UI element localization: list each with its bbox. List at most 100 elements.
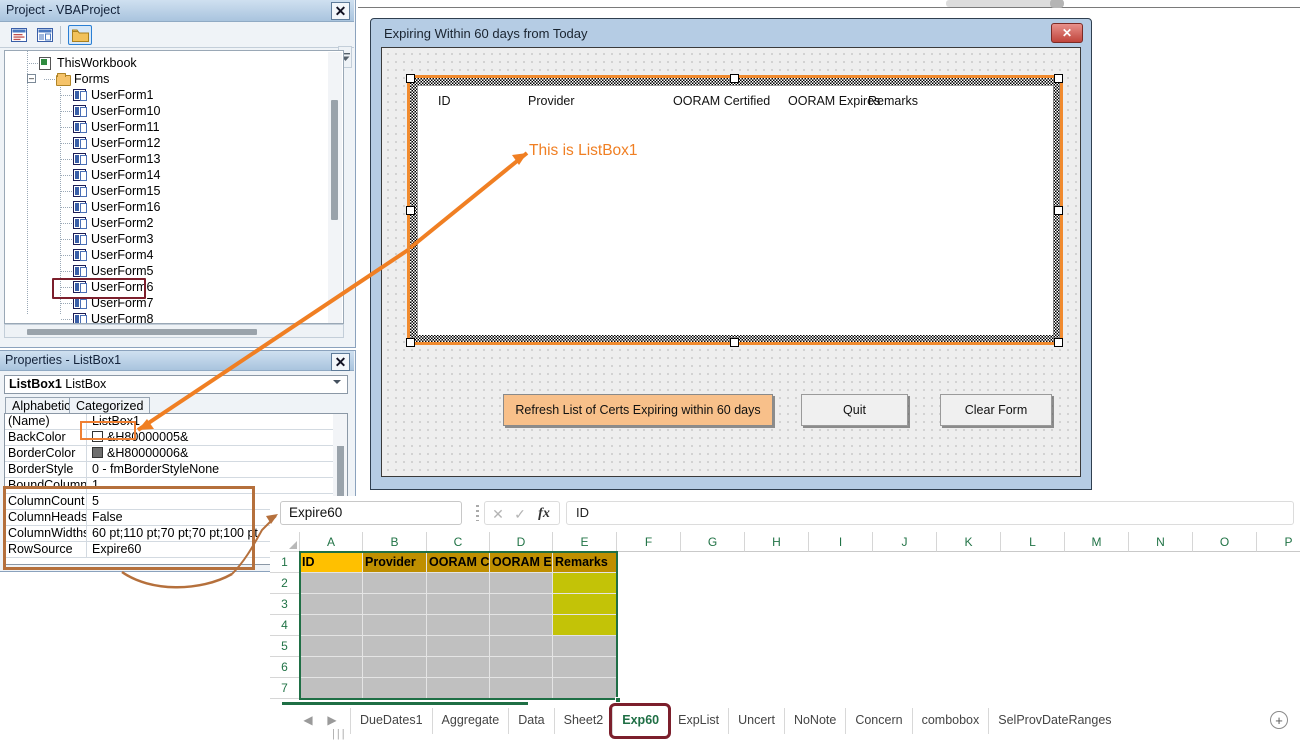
sheet-tab-aggregate[interactable]: Aggregate xyxy=(431,708,509,734)
sheet-tab-exp60[interactable]: Exp60 xyxy=(612,708,668,734)
resize-handle-top-right[interactable] xyxy=(1054,74,1063,83)
grid-cell[interactable] xyxy=(553,657,617,678)
grid-cell[interactable] xyxy=(300,615,363,636)
property-row[interactable]: (Name) ListBox1 xyxy=(5,414,347,430)
formula-bar[interactable]: ID xyxy=(566,501,1294,525)
row-header-7[interactable]: 7 xyxy=(270,678,300,699)
resize-handle-bottom-center[interactable] xyxy=(730,338,739,347)
column-header-P[interactable]: P xyxy=(1257,532,1300,552)
select-all-corner[interactable] xyxy=(270,532,300,552)
sheet-tab-data[interactable]: Data xyxy=(508,708,553,734)
tab-alphabetic[interactable]: Alphabetic xyxy=(5,397,78,414)
grid-cell[interactable] xyxy=(363,594,427,615)
grid-cell[interactable] xyxy=(490,573,553,594)
tree-expander-forms[interactable]: – xyxy=(27,74,36,83)
property-value[interactable]: &H80000006& xyxy=(88,446,331,462)
tree-item-userform16[interactable]: UserForm16 xyxy=(5,199,343,215)
sheet-tab-explist[interactable]: ExpList xyxy=(668,708,728,734)
grid-cell[interactable]: ID xyxy=(300,552,363,573)
resize-handle-middle-left[interactable] xyxy=(406,206,415,215)
column-header-C[interactable]: C xyxy=(427,532,490,552)
userform-close-button[interactable]: ✕ xyxy=(1051,23,1083,43)
project-tree-hscrollbar[interactable] xyxy=(4,324,344,338)
grid-cell[interactable]: OORAM C xyxy=(427,552,490,573)
clear-form-button[interactable]: Clear Form xyxy=(940,394,1052,426)
column-header-B[interactable]: B xyxy=(363,532,427,552)
property-value[interactable]: 0 - fmBorderStyleNone xyxy=(88,462,331,478)
property-row[interactable]: BoundColumn 1 xyxy=(5,478,347,494)
chevron-down-icon[interactable] xyxy=(333,380,341,384)
tree-item-userform13[interactable]: UserForm13 xyxy=(5,151,343,167)
top-scrollbar[interactable] xyxy=(358,0,1300,8)
grid-cell[interactable] xyxy=(553,678,617,699)
view-object-icon[interactable] xyxy=(34,25,56,45)
column-header-I[interactable]: I xyxy=(809,532,873,552)
project-tree-hscroll-thumb[interactable] xyxy=(27,329,257,335)
property-value[interactable]: 1 xyxy=(88,478,331,494)
tree-item-userform5[interactable]: UserForm5 xyxy=(5,263,343,279)
grid-cell[interactable]: OORAM E xyxy=(490,552,553,573)
resize-handle-middle-right[interactable] xyxy=(1054,206,1063,215)
cancel-icon[interactable]: ✕ xyxy=(489,505,507,523)
resize-handle-bottom-right[interactable] xyxy=(1054,338,1063,347)
tree-item-userform8[interactable]: UserForm8 xyxy=(5,311,343,323)
formula-bar-grip[interactable] xyxy=(476,505,479,521)
grid-cell[interactable] xyxy=(490,678,553,699)
grid-cell[interactable] xyxy=(300,573,363,594)
sheet-tab-concern[interactable]: Concern xyxy=(845,708,911,734)
grid-cell[interactable] xyxy=(300,636,363,657)
chevron-right-icon[interactable]: ▶ xyxy=(322,710,342,730)
project-tree-vscroll-thumb[interactable] xyxy=(331,100,338,220)
tree-item-userform14[interactable]: UserForm14 xyxy=(5,167,343,183)
sheet-tab-selprovdateranges[interactable]: SelProvDateRanges xyxy=(988,708,1120,734)
column-header-A[interactable]: A xyxy=(300,532,363,552)
tree-item-userform6[interactable]: UserForm6 xyxy=(5,279,343,295)
property-row[interactable]: BorderStyle 0 - fmBorderStyleNone xyxy=(5,462,347,478)
resize-handle-top-center[interactable] xyxy=(730,74,739,83)
tab-categorized[interactable]: Categorized xyxy=(69,397,151,414)
grid-cell[interactable] xyxy=(363,615,427,636)
sheet-tab-duedates1[interactable]: DueDates1 xyxy=(350,708,432,734)
grid-cell[interactable]: Provider xyxy=(363,552,427,573)
quit-button[interactable]: Quit xyxy=(801,394,908,426)
grid-cell[interactable] xyxy=(363,657,427,678)
grid-cell[interactable] xyxy=(427,573,490,594)
column-header-K[interactable]: K xyxy=(937,532,1001,552)
insert-function-icon[interactable]: fx xyxy=(535,505,553,523)
tree-item-userform4[interactable]: UserForm4 xyxy=(5,247,343,263)
grid-cell[interactable] xyxy=(363,573,427,594)
column-header-N[interactable]: N xyxy=(1129,532,1193,552)
column-header-G[interactable]: G xyxy=(681,532,745,552)
resize-handle-top-left[interactable] xyxy=(406,74,415,83)
name-box[interactable]: Expire60 xyxy=(280,501,462,525)
grid-cell[interactable] xyxy=(553,594,617,615)
grid-cell[interactable]: Remarks xyxy=(553,552,617,573)
tree-item-userform3[interactable]: UserForm3 xyxy=(5,231,343,247)
grid-cell[interactable] xyxy=(490,657,553,678)
grid-cell[interactable] xyxy=(427,636,490,657)
property-value[interactable]: &H80000005& xyxy=(88,430,331,446)
properties-object-combo[interactable]: ListBox1 ListBox xyxy=(4,375,348,394)
sheet-tab-uncert[interactable]: Uncert xyxy=(728,708,784,734)
column-header-D[interactable]: D xyxy=(490,532,553,552)
grid-cell[interactable] xyxy=(427,615,490,636)
resize-handle-bottom-left[interactable] xyxy=(406,338,415,347)
sheet-tab-sheet2[interactable]: Sheet2 xyxy=(553,708,613,734)
row-header-5[interactable]: 5 xyxy=(270,636,300,657)
tree-item-userform10[interactable]: UserForm10 xyxy=(5,103,343,119)
confirm-icon[interactable]: ✓ xyxy=(511,505,529,523)
add-sheet-button[interactable]: + xyxy=(1270,711,1288,729)
toggle-folders-icon[interactable] xyxy=(68,25,92,45)
project-tree[interactable]: ThisWorkbook – Forms UserForm1 UserForm10 Use… xyxy=(4,50,344,324)
tree-item-userform11[interactable]: UserForm11 xyxy=(5,119,343,135)
property-row[interactable]: BackColor &H80000005& xyxy=(5,430,347,446)
grid-cell[interactable] xyxy=(300,594,363,615)
project-explorer-close-button[interactable]: ✕ xyxy=(331,2,350,20)
grid-cell[interactable] xyxy=(490,594,553,615)
grid-cell[interactable] xyxy=(553,636,617,657)
spreadsheet-grid[interactable]: ABCDEFGHIJKLMNOP 1234567 ID Provider OORAM… xyxy=(270,532,1300,703)
column-header-L[interactable]: L xyxy=(1001,532,1065,552)
grid-cell[interactable] xyxy=(363,636,427,657)
row-header-6[interactable]: 6 xyxy=(270,657,300,678)
refresh-list-button[interactable]: Refresh List of Certs Expiring within 60… xyxy=(503,394,773,426)
